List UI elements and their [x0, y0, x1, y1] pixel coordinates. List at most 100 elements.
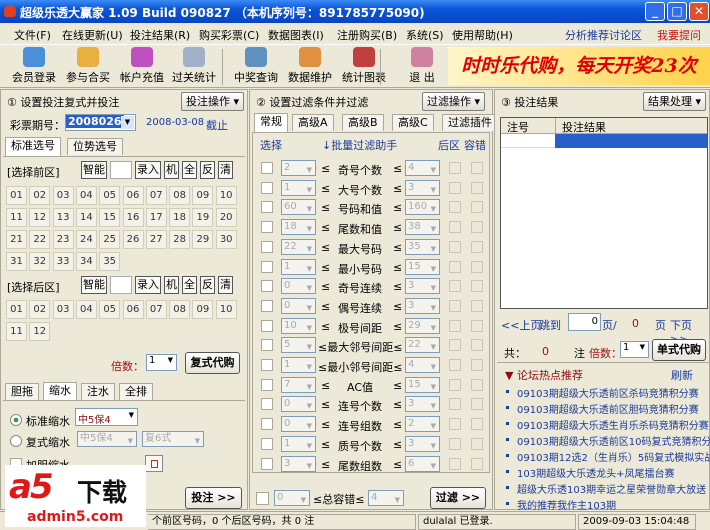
- back-tool-3[interactable]: 全: [182, 276, 197, 294]
- number-ball[interactable]: 33: [52, 252, 74, 271]
- menu-5[interactable]: 注册购买(B): [337, 27, 397, 43]
- menu-1[interactable]: 在线更新(U): [62, 27, 123, 43]
- filter-select-checkbox[interactable]: [261, 437, 273, 450]
- number-ball[interactable]: 02: [29, 300, 51, 319]
- menu-6[interactable]: 系统(S): [406, 27, 444, 43]
- filter-back-checkbox[interactable]: [449, 378, 461, 391]
- filter-max-select[interactable]: 4: [405, 160, 440, 177]
- filter-tolerance-checkbox[interactable]: [471, 201, 483, 214]
- col-bet-no[interactable]: 注号: [507, 119, 557, 135]
- forum-item[interactable]: 超级大乐透103期幸运之星荣誉勋章大放送: [497, 480, 710, 496]
- filter-min-select[interactable]: 0: [281, 396, 316, 413]
- filter-tolerance-checkbox[interactable]: [471, 319, 483, 332]
- forum-item[interactable]: 09103期12选2（生肖乐）5码复式模拟实战: [497, 448, 710, 464]
- number-ball[interactable]: 04: [75, 300, 97, 319]
- filter-max-select[interactable]: 6: [405, 455, 440, 473]
- front-tool-0[interactable]: 智能: [81, 161, 107, 179]
- number-ball[interactable]: 29: [192, 230, 214, 249]
- filter-min-select[interactable]: 1: [281, 435, 316, 453]
- filter-operation-button[interactable]: 过滤操作 ▾: [422, 92, 486, 111]
- filter-tolerance-checkbox[interactable]: [471, 181, 483, 194]
- filter-back-checkbox[interactable]: [449, 240, 461, 253]
- filter-tolerance-checkbox[interactable]: [471, 339, 483, 352]
- forum-item-link[interactable]: 超级大乐透103期幸运之星荣誉勋章大放送: [517, 481, 710, 496]
- filter-tolerance-checkbox[interactable]: [471, 299, 483, 312]
- forum-link[interactable]: 分析推荐讨论区: [565, 27, 642, 43]
- minimize-button[interactable]: _: [645, 2, 665, 21]
- filter-min-select[interactable]: 2: [281, 160, 316, 177]
- forum-item[interactable]: 09103期超级大乐透前区胆码竞猜积分赛: [497, 400, 710, 416]
- total-tolerance-max[interactable]: 4: [368, 490, 404, 507]
- filter-back-checkbox[interactable]: [449, 437, 461, 450]
- multiple-select[interactable]: 1 ▼: [620, 341, 649, 358]
- filter-max-select[interactable]: 4: [405, 357, 440, 374]
- standard-shrink-radio[interactable]: [10, 414, 22, 426]
- filter-min-select[interactable]: 3: [281, 455, 316, 473]
- filter-min-select[interactable]: 1: [281, 258, 316, 276]
- compound-shrink-select[interactable]: 中5保4: [77, 431, 137, 448]
- filter-max-select[interactable]: 3: [405, 396, 440, 413]
- number-ball[interactable]: 15: [99, 208, 121, 227]
- filter-min-select[interactable]: 5: [281, 337, 316, 354]
- filter-min-select[interactable]: 0: [281, 297, 316, 315]
- batch-filter-helper[interactable]: ↓批量过滤助手: [322, 137, 397, 153]
- filter-select-checkbox[interactable]: [261, 319, 273, 332]
- number-ball[interactable]: 17: [145, 208, 167, 227]
- filter-min-select[interactable]: 18: [281, 219, 316, 236]
- filter-select-checkbox[interactable]: [261, 201, 273, 214]
- filter-min-select[interactable]: 0: [281, 278, 316, 295]
- number-ball[interactable]: 05: [99, 186, 121, 205]
- banker-picker-button[interactable]: [145, 455, 163, 472]
- front-tool-1[interactable]: 录入: [135, 161, 161, 179]
- filter-max-select[interactable]: 160: [405, 199, 440, 216]
- number-ball[interactable]: 22: [29, 230, 51, 249]
- filter-back-checkbox[interactable]: [449, 457, 461, 470]
- number-ball[interactable]: 11: [6, 208, 27, 227]
- menu-3[interactable]: 购买彩票(C): [199, 27, 259, 43]
- filter-back-checkbox[interactable]: [449, 359, 461, 371]
- forum-item[interactable]: 我的推荐我作主103期: [497, 496, 709, 512]
- number-ball[interactable]: 12: [29, 322, 51, 341]
- number-ball[interactable]: 01: [6, 300, 27, 319]
- filter-tolerance-checkbox[interactable]: [471, 437, 483, 450]
- filter-tolerance-checkbox[interactable]: [471, 260, 483, 273]
- filter-max-select[interactable]: 38: [405, 219, 440, 236]
- number-ball[interactable]: 03: [52, 300, 74, 319]
- toolbar-button-2[interactable]: 帐户充值: [116, 47, 168, 87]
- filter-back-checkbox[interactable]: [449, 221, 461, 234]
- filter-max-select[interactable]: 3: [405, 435, 440, 453]
- number-ball[interactable]: 14: [75, 208, 97, 227]
- forum-item[interactable]: 09103期超级大乐透生肖乐杀码竞猜积分赛: [497, 416, 709, 432]
- back-count-input[interactable]: [110, 276, 132, 294]
- filter-back-checkbox[interactable]: [449, 299, 461, 312]
- prev-page-link[interactable]: <<上页: [501, 317, 541, 333]
- close-button[interactable]: ✕: [689, 2, 709, 21]
- filter-tolerance-checkbox[interactable]: [471, 378, 483, 391]
- front-tool-5[interactable]: 清: [218, 161, 233, 179]
- banner-ad[interactable]: 时时乐代购，每天开奖23次: [448, 47, 710, 85]
- compound-type-select[interactable]: 复6式: [142, 431, 204, 448]
- tab-4[interactable]: 过滤插件: [442, 114, 498, 131]
- filter-select-checkbox[interactable]: [261, 339, 273, 352]
- filter-tolerance-checkbox[interactable]: [471, 359, 483, 371]
- toolbar-button-3[interactable]: 过关统计: [168, 47, 220, 87]
- filter-select-checkbox[interactable]: [261, 457, 273, 470]
- number-ball[interactable]: 25: [99, 230, 121, 249]
- number-ball[interactable]: 06: [122, 300, 144, 319]
- number-ball[interactable]: 13: [52, 208, 74, 227]
- number-ball[interactable]: 23: [52, 230, 74, 249]
- single-buy-button[interactable]: 单式代购: [652, 339, 706, 361]
- filter-back-checkbox[interactable]: [449, 260, 461, 273]
- filter-tolerance-checkbox[interactable]: [471, 280, 483, 293]
- filter-select-checkbox[interactable]: [261, 359, 273, 371]
- filter-tolerance-checkbox[interactable]: [471, 162, 483, 174]
- number-ball[interactable]: 20: [215, 208, 237, 227]
- number-ball[interactable]: 30: [215, 230, 237, 249]
- forum-item-link[interactable]: 103期超级大乐透龙头+凤尾擂台赛: [517, 465, 710, 480]
- bet-operation-button[interactable]: 投注操作 ▾: [181, 92, 245, 111]
- tab-1[interactable]: 高级A: [292, 114, 334, 131]
- forum-item-link[interactable]: 09103期超级大乐透前区胆码竞猜积分赛: [517, 401, 710, 416]
- number-ball[interactable]: 32: [29, 252, 51, 271]
- filter-tolerance-checkbox[interactable]: [471, 457, 483, 470]
- number-ball[interactable]: 09: [192, 300, 214, 319]
